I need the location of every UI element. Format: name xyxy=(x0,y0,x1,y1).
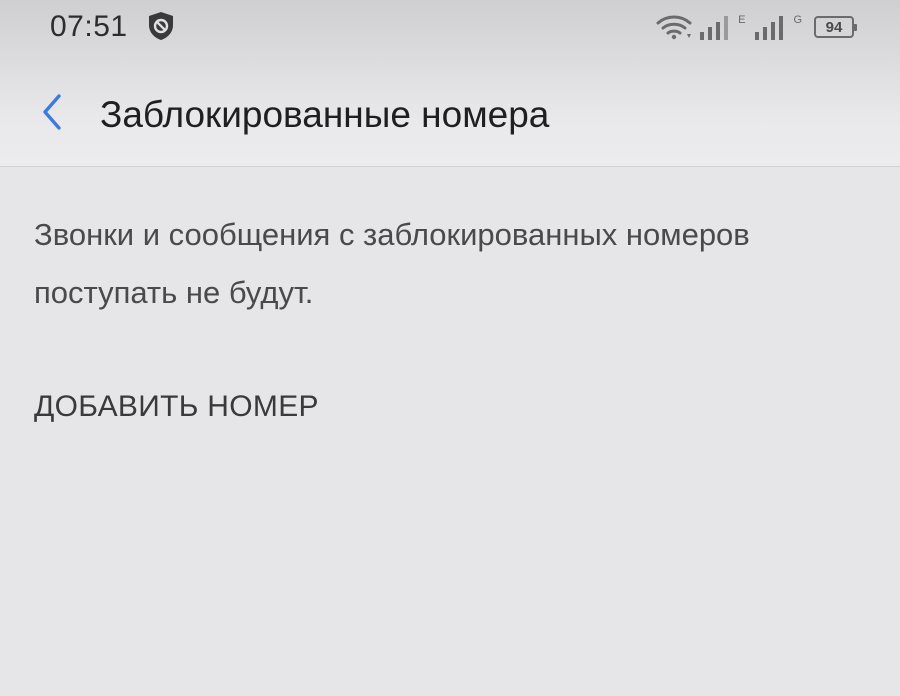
app-bar: Заблокированные номера xyxy=(0,70,900,160)
status-time: 07:51 xyxy=(50,10,128,43)
page-title: Заблокированные номера xyxy=(100,94,550,135)
network-type-label: E xyxy=(738,14,746,26)
header-region: 07:51 E G 94 Заблокированные номера xyxy=(0,0,900,167)
shield-icon xyxy=(146,10,176,42)
back-button[interactable] xyxy=(30,92,74,136)
network-type-label: G xyxy=(793,14,802,26)
signal-bars-icon xyxy=(753,12,789,42)
status-bar: 07:51 E G 94 xyxy=(0,0,900,56)
add-number-button[interactable]: ДОБАВИТЬ НОМЕР xyxy=(34,390,319,424)
blocked-numbers-screen: 07:51 E G 94 Заблокированные номера Звон… xyxy=(0,0,900,696)
battery-indicator: 94 xyxy=(814,16,857,38)
signal-bars-icon xyxy=(698,12,734,42)
wifi-icon xyxy=(654,12,694,42)
blocked-numbers-description: Звонки и сообщения с заблокированных ном… xyxy=(34,217,750,310)
battery-level: 94 xyxy=(825,18,843,36)
chevron-left-icon xyxy=(40,93,64,136)
status-indicators: E G 94 xyxy=(654,12,857,42)
